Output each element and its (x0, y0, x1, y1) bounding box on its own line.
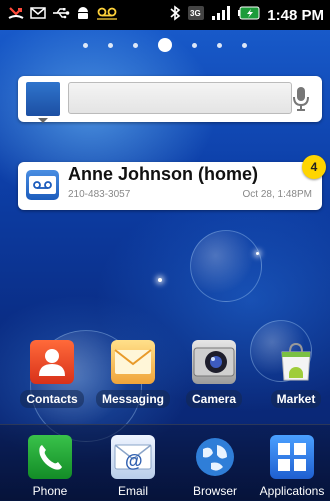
browser-icon (193, 435, 237, 479)
status-bar[interactable]: 3G 1:48 PM (0, 0, 330, 30)
dock-label: Browser (192, 484, 237, 498)
clock: 1:48 PM (267, 6, 324, 24)
phone-icon (28, 435, 72, 479)
voicemail-icon (96, 5, 118, 26)
messaging-icon (111, 340, 155, 384)
caller-name: Anne Johnson (home) (68, 164, 258, 184)
voicemail-date: Oct 28, 1:48PM (242, 189, 312, 200)
page-dot[interactable] (217, 42, 222, 48)
voicemail-widget[interactable]: Anne Johnson (home) 210-483-3057 Oct 28,… (18, 162, 322, 210)
search-provider-button[interactable] (26, 82, 60, 123)
app-camera[interactable]: Camera (176, 340, 252, 408)
dock-label: Applications (259, 484, 325, 498)
voicemail-icon (26, 170, 59, 200)
applications-icon (270, 435, 314, 479)
market-icon (274, 340, 318, 384)
dock-label: Email (117, 484, 148, 498)
3g-icon: 3G (188, 5, 205, 26)
search-widget (18, 76, 322, 123)
dock-email[interactable]: @ Email (95, 435, 171, 498)
android-debug-icon (76, 5, 90, 26)
sparkle (256, 252, 259, 255)
page-dot[interactable] (242, 42, 247, 48)
app-label: Contacts (20, 390, 84, 408)
dock-phone[interactable]: Phone (12, 435, 88, 498)
dock: Phone @ Email Browser Applications (0, 424, 330, 501)
dock-applications[interactable]: Applications (254, 435, 330, 498)
app-label: Camera (185, 390, 243, 408)
caller-number: 210-483-3057 (68, 189, 131, 200)
dock-browser[interactable]: Browser (177, 435, 253, 498)
app-market[interactable]: Market (258, 340, 330, 408)
search-input[interactable] (68, 82, 292, 114)
app-label: Market (270, 390, 322, 408)
microphone-icon[interactable] (288, 85, 314, 113)
signal-icon (211, 5, 231, 26)
camera-icon (192, 340, 236, 384)
page-dot-active[interactable] (158, 38, 172, 52)
app-label: Messaging (95, 390, 170, 408)
wallpaper-bubble (190, 230, 262, 302)
page-indicator (0, 38, 330, 52)
page-dot[interactable] (108, 42, 113, 48)
message-icon (30, 5, 46, 26)
dock-label: Phone (32, 484, 68, 498)
contacts-icon (30, 340, 74, 384)
voicemail-count-badge: 4 (302, 155, 326, 179)
email-icon: @ (111, 435, 155, 479)
page-dot[interactable] (133, 42, 138, 48)
bluetooth-icon (169, 4, 181, 26)
svg-text:@: @ (125, 451, 143, 471)
app-messaging[interactable]: Messaging (95, 340, 171, 408)
svg-text:3G: 3G (190, 9, 201, 18)
usb-icon (52, 5, 70, 26)
battery-icon (238, 5, 260, 26)
app-contacts[interactable]: Contacts (14, 340, 90, 408)
missed-call-icon (8, 5, 24, 26)
sparkle (158, 278, 162, 282)
page-dot[interactable] (192, 42, 197, 48)
page-dot[interactable] (83, 42, 88, 48)
